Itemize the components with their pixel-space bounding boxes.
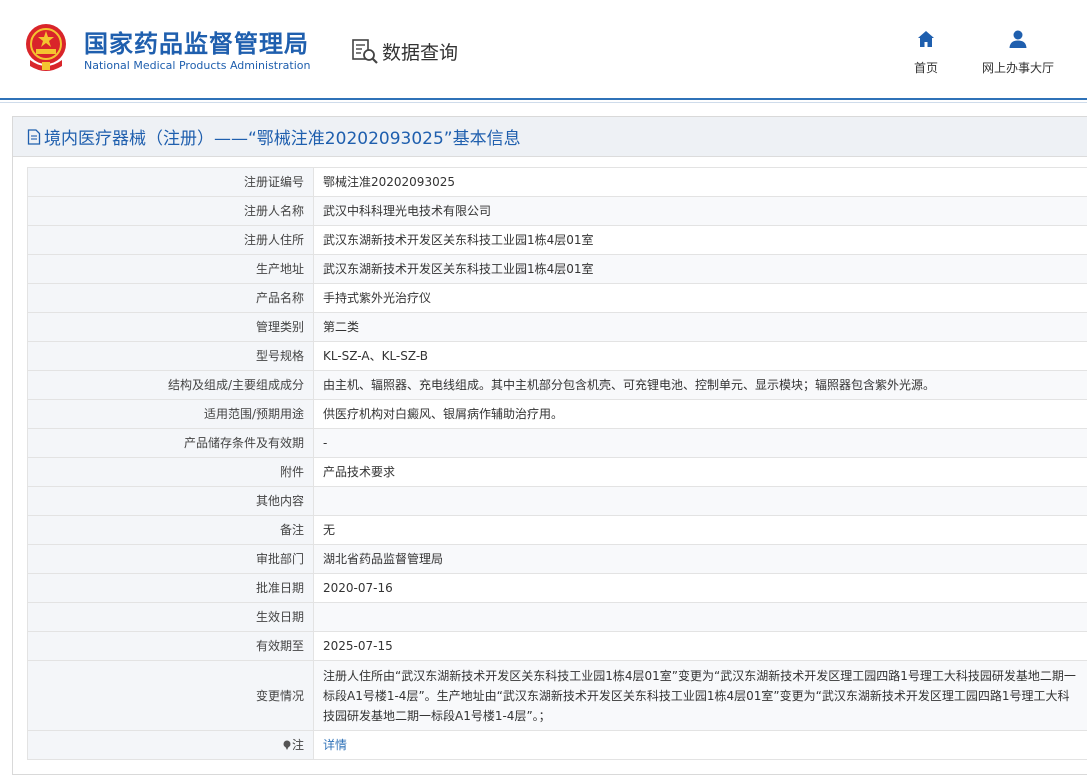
field-label: 产品名称 bbox=[27, 283, 314, 313]
nav-home-link[interactable]: 首页 bbox=[904, 28, 948, 76]
field-value: 湖北省药品监督管理局 bbox=[313, 544, 1087, 574]
field-label: 变更情况 bbox=[27, 660, 314, 731]
module-label: 数据查询 bbox=[382, 41, 459, 64]
note-value-cell: 详情 bbox=[313, 730, 1087, 760]
document-search-icon bbox=[352, 39, 378, 64]
table-row: 产品储存条件及有效期 - bbox=[27, 428, 1087, 458]
data-query-module[interactable]: 数据查询 bbox=[350, 34, 458, 68]
nav-home-label: 首页 bbox=[913, 61, 938, 75]
field-value: 武汉中科科理光电技术有限公司 bbox=[313, 196, 1087, 226]
field-value: 供医疗机构对白癜风、银屑病作辅助治疗用。 bbox=[313, 399, 1087, 429]
field-label: 注册证编号 bbox=[27, 167, 314, 197]
table-row-note: 注 详情 bbox=[27, 730, 1087, 760]
nav-online-hall-link[interactable]: 网上办事大厅 bbox=[973, 28, 1063, 76]
table-row: 型号规格 KL-SZ-A、KL-SZ-B bbox=[27, 341, 1087, 371]
table-row: 有效期至 2025-07-15 bbox=[27, 631, 1087, 661]
detail-panel: 境内医疗器械（注册）——“鄂械注准20202093025”基本信息 注册证编号鄂… bbox=[12, 116, 1087, 775]
table-row: 备注无 bbox=[27, 515, 1087, 545]
user-icon bbox=[1009, 30, 1027, 48]
field-value: 无 bbox=[313, 515, 1087, 545]
field-label: 审批部门 bbox=[27, 544, 314, 574]
table-row: 注册人名称 武汉中科科理光电技术有限公司 bbox=[27, 196, 1087, 226]
field-value: 由主机、辐照器、充电线组成。其中主机部分包含机壳、可充锂电池、控制单元、显示模块… bbox=[313, 370, 1087, 400]
field-value: 2020-07-16 bbox=[313, 573, 1087, 603]
field-label: 产品储存条件及有效期 bbox=[27, 428, 314, 458]
page-title: 境内医疗器械（注册）——“鄂械注准20202093025”基本信息 bbox=[44, 129, 521, 149]
national-emblem-icon bbox=[26, 24, 66, 71]
field-label: 有效期至 bbox=[27, 631, 314, 661]
site-subtitle: National Medical Products Administration bbox=[84, 59, 311, 72]
table-row: 管理类别 第二类 bbox=[27, 312, 1087, 342]
note-label: 注 bbox=[291, 738, 304, 752]
table-row: 批准日期 2020-07-16 bbox=[27, 573, 1087, 603]
field-value: 鄂械注准20202093025 bbox=[313, 167, 1087, 197]
field-label: 其他内容 bbox=[27, 486, 314, 516]
table-row: 结构及组成/主要组成成分 由主机、辐照器、充电线组成。其中主机部分包含机壳、可充锂… bbox=[27, 370, 1087, 400]
field-value bbox=[313, 602, 1087, 632]
field-value: KL-SZ-A、KL-SZ-B bbox=[313, 341, 1087, 371]
field-label: 生效日期 bbox=[27, 602, 314, 632]
table-row: 产品名称 手持式紫外光治疗仪 bbox=[27, 283, 1087, 313]
device-info-table: 注册证编号 鄂械注准20202093025 注册人名称 武汉中科科理光电技术有限公司注… bbox=[27, 167, 1087, 760]
field-value: 手持式紫外光治疗仪 bbox=[313, 283, 1087, 313]
field-value: 注册人住所由“武汉东湖新技术开发区关东科技工业园1栋4层01室”变更为“武汉东湖… bbox=[313, 660, 1087, 731]
panel-title-bar: 境内医疗器械（注册）——“鄂械注准20202093025”基本信息 bbox=[13, 117, 1087, 157]
field-value: 产品技术要求 bbox=[313, 457, 1087, 487]
field-label: 结构及组成/主要组成成分 bbox=[27, 370, 314, 400]
nav-online-hall-label: 网上办事大厅 bbox=[981, 61, 1054, 75]
table-row: 生效日期 bbox=[27, 602, 1087, 632]
field-label: 注册人名称 bbox=[27, 196, 314, 226]
table-row: 变更情况 注册人住所由“武汉东湖新技术开发区关东科技工业园1栋4层01室”变更为“… bbox=[27, 660, 1087, 731]
field-label: 适用范围/预期用途 bbox=[27, 399, 314, 429]
table-row: 注册证编号 鄂械注准20202093025 bbox=[27, 167, 1087, 197]
table-row: 审批部门 湖北省药品监督管理局 bbox=[27, 544, 1087, 574]
field-label: 备注 bbox=[27, 515, 314, 545]
table-row: 生产地址 武汉东湖新技术开发区关东科技工业园1栋4层01室 bbox=[27, 254, 1087, 284]
note-label-cell: 注 bbox=[27, 730, 314, 760]
table-row: 注册人住所 武汉东湖新技术开发区关东科技工业园1栋4层01室 bbox=[27, 225, 1087, 255]
field-label: 批准日期 bbox=[27, 573, 314, 603]
field-value bbox=[313, 486, 1087, 516]
details-link[interactable]: 详情 bbox=[323, 738, 347, 752]
site-header: 国家药品监督管理局 National Medical Products Admi… bbox=[0, 0, 1087, 103]
pin-icon bbox=[283, 740, 291, 750]
field-value: - bbox=[313, 428, 1087, 458]
field-value: 武汉东湖新技术开发区关东科技工业园1栋4层01室 bbox=[313, 254, 1087, 284]
field-value: 第二类 bbox=[313, 312, 1087, 342]
field-value: 2025-07-15 bbox=[313, 631, 1087, 661]
table-row: 附件 产品技术要求 bbox=[27, 457, 1087, 487]
site-title: 国家药品监督管理局 bbox=[84, 30, 309, 58]
field-value: 武汉东湖新技术开发区关东科技工业园1栋4层01室 bbox=[313, 225, 1087, 255]
field-label: 注册人住所 bbox=[27, 225, 314, 255]
field-label: 附件 bbox=[27, 457, 314, 487]
field-label: 生产地址 bbox=[27, 254, 314, 284]
document-icon bbox=[27, 128, 41, 145]
field-label: 型号规格 bbox=[27, 341, 314, 371]
table-row: 其他内容 bbox=[27, 486, 1087, 516]
field-label: 管理类别 bbox=[27, 312, 314, 342]
home-icon bbox=[918, 31, 934, 47]
table-row: 适用范围/预期用途 供医疗机构对白癜风、银屑病作辅助治疗用。 bbox=[27, 399, 1087, 429]
